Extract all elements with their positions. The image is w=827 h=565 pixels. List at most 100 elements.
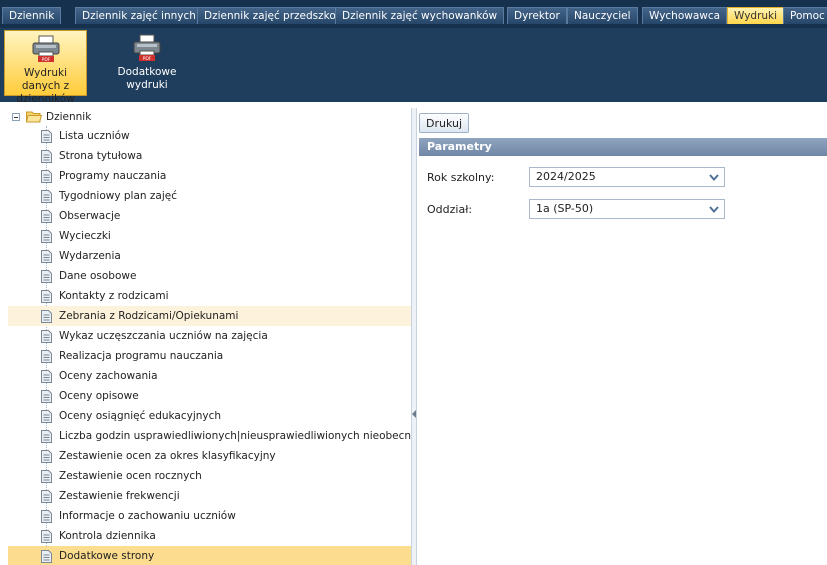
svg-text:PDF: PDF (41, 57, 50, 63)
svg-text:PDF: PDF (143, 56, 152, 62)
parameters-header: Parametry (419, 138, 827, 156)
menu-item-wydruki[interactable]: Wydruki (727, 7, 785, 24)
tree-item-label: Kontakty z rodzicami (59, 290, 169, 302)
open-folder-icon (26, 111, 42, 123)
ribbon-label-line2: wydruki (126, 79, 168, 91)
document-icon (41, 330, 52, 343)
tree-item[interactable]: Wycieczki (8, 226, 411, 246)
print-button[interactable]: Drukuj (419, 113, 469, 133)
school-year-select[interactable]: 2024/2025 (529, 167, 725, 187)
report-tree: Dziennik Lista uczniów Strona tytułowa Pro… (8, 108, 412, 565)
menu-item-wychowawca[interactable]: Wychowawca (642, 7, 728, 24)
additional-prints-button[interactable]: PDF Dodatkowe wydruki (112, 30, 182, 96)
tree-item-label: Programy nauczania (59, 170, 167, 182)
tree-item[interactable]: Dane osobowe (8, 266, 411, 286)
tree-item[interactable]: Zestawienie ocen za okres klasyfikacyjny (8, 446, 411, 466)
menu-item-dziennik-zajec-przedszkola[interactable]: Dziennik zajęć przedszkola (197, 7, 353, 24)
tree-item-label: Realizacja programu nauczania (59, 350, 224, 362)
tree-item[interactable]: Tygodniowy plan zajęć (8, 186, 411, 206)
tree-item[interactable]: Realizacja programu nauczania (8, 346, 411, 366)
document-icon (41, 410, 52, 423)
tree-item[interactable]: Liczba godzin usprawiedliwionych|nieuspr… (8, 426, 411, 446)
tree-item-label: Zestawienie ocen rocznych (59, 470, 202, 482)
tree-item-label: Oceny osiągnięć edukacyjnych (59, 410, 222, 422)
document-icon (41, 310, 52, 323)
collapse-toggle-icon[interactable] (12, 113, 20, 121)
class-label: Oddział: (427, 203, 473, 216)
tree-item[interactable]: Oceny zachowania (8, 366, 411, 386)
pdf-printer-icon: PDF (32, 35, 59, 63)
document-icon (41, 250, 52, 263)
document-icon (41, 350, 52, 363)
document-icon (41, 290, 52, 303)
print-parameters-panel: Drukuj Parametry Rok szkolny: 2024/2025 … (417, 108, 827, 565)
tree-item-label: Wycieczki (59, 230, 111, 242)
document-icon (41, 430, 52, 443)
document-icon (41, 270, 52, 283)
menu-item-dziennik[interactable]: Dziennik (2, 7, 62, 24)
document-icon (41, 370, 52, 383)
tree-item[interactable]: Kontrola dziennika (8, 526, 411, 546)
document-icon (41, 450, 52, 463)
document-icon (41, 510, 52, 523)
ribbon-label-line1: Wydruki danych z (21, 67, 70, 92)
tree-item-label: Kontrola dziennika (59, 530, 156, 542)
tree-item[interactable]: Programy nauczania (8, 166, 411, 186)
ribbon-label-line1: Dodatkowe (117, 66, 177, 78)
tree-item[interactable]: Wykaz uczęszczania uczniów na zajęcia (8, 326, 411, 346)
tree-item-label: Wykaz uczęszczania uczniów na zajęcia (59, 330, 268, 342)
document-icon (41, 550, 52, 563)
menu-item-dziennik-zajec-innych[interactable]: Dziennik zajęć innych (75, 7, 203, 24)
school-year-value: 2024/2025 (536, 170, 596, 183)
tree-item[interactable]: Strona tytułowa (8, 146, 411, 166)
tree-item[interactable]: Obserwacje (8, 206, 411, 226)
pdf-printer-icon: PDF (133, 34, 161, 62)
school-year-label: Rok szkolny: (427, 171, 495, 184)
tree-item-label: Strona tytułowa (59, 150, 143, 162)
top-menu-bar: Dziennik Dziennik zajęć innych Dziennik … (0, 0, 827, 28)
tree-item[interactable]: Dodatkowe strony (8, 546, 411, 565)
collapse-arrow-icon[interactable] (412, 410, 416, 418)
document-icon (41, 490, 52, 503)
tree-item-label: Zestawienie ocen za okres klasyfikacyjny (59, 450, 276, 462)
menu-item-dyrektor[interactable]: Dyrektor (507, 7, 567, 24)
tree-item[interactable]: Zebrania z Rodzicami/Opiekunami (8, 306, 411, 326)
tree-item[interactable]: Lista uczniów (8, 126, 411, 146)
tree-item-label: Wydarzenia (59, 250, 121, 262)
tree-item-label: Lista uczniów (59, 130, 130, 142)
tree-item[interactable]: Zestawienie ocen rocznych (8, 466, 411, 486)
tree-item-label: Tygodniowy plan zajęć (59, 190, 177, 202)
chevron-down-icon (709, 206, 719, 214)
menu-item-dziennik-zajec-wychowankow[interactable]: Dziennik zajęć wychowanków (335, 7, 505, 24)
document-icon (41, 230, 52, 243)
document-icon (41, 190, 52, 203)
document-icon (41, 530, 52, 543)
tree-item-label: Dodatkowe strony (59, 550, 155, 562)
tree-item[interactable]: Oceny osiągnięć edukacyjnych (8, 406, 411, 426)
chevron-down-icon (709, 174, 719, 182)
tree-item[interactable]: Zestawienie frekwencji (8, 486, 411, 506)
tree-item[interactable]: Informacje o zachowaniu uczniów (8, 506, 411, 526)
class-select[interactable]: 1a (SP-50) (529, 199, 725, 219)
tree-item[interactable]: Kontakty z rodzicami (8, 286, 411, 306)
tree-item[interactable]: Oceny opisowe (8, 386, 411, 406)
tree-item-label: Oceny zachowania (59, 370, 158, 382)
tree-item-label: Obserwacje (59, 210, 121, 222)
class-value: 1a (SP-50) (536, 202, 594, 215)
tree-item-label: Zebrania z Rodzicami/Opiekunami (59, 310, 239, 322)
tree-item-label: Oceny opisowe (59, 390, 139, 402)
menu-item-pomoc[interactable]: Pomoc (783, 7, 827, 24)
tree-item-label: Zestawienie frekwencji (59, 490, 180, 502)
print-journal-data-button[interactable]: PDF Wydruki danych z dzienników (4, 30, 87, 105)
menu-item-nauczyciel[interactable]: Nauczyciel (567, 7, 638, 24)
tree-item-label: Dane osobowe (59, 270, 137, 282)
tree-item-label: Informacje o zachowaniu uczniów (59, 510, 236, 522)
tree-root-label: Dziennik (46, 111, 92, 123)
document-icon (41, 470, 52, 483)
document-icon (41, 150, 52, 163)
ribbon-label-line2: dzienników (16, 93, 75, 105)
tree-item[interactable]: Wydarzenia (8, 246, 411, 266)
tree-item-label: Liczba godzin usprawiedliwionych|nieuspr… (59, 430, 412, 442)
document-icon (41, 210, 52, 223)
document-icon (41, 130, 52, 143)
